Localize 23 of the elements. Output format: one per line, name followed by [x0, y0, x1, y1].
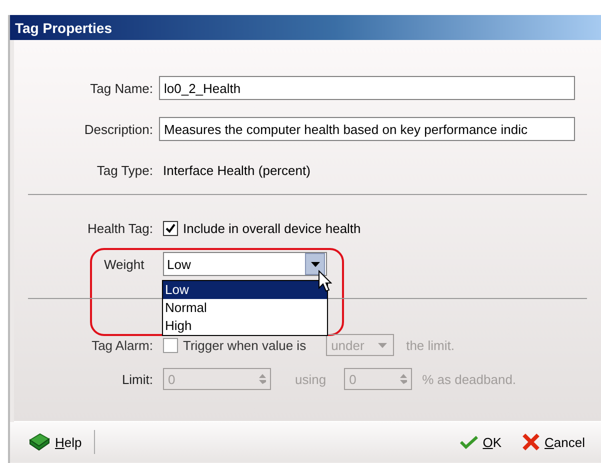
checkbox-label: Trigger when value is: [183, 338, 306, 352]
ok-button[interactable]: OK: [456, 432, 506, 452]
field-label: Tag Type:: [96, 162, 154, 178]
deadband-suffix: % as deadband.: [422, 372, 516, 386]
checkbox-label: Include in overall device health: [183, 220, 361, 236]
field-value: Interface Health (percent): [162, 162, 310, 178]
text-field[interactable]: Measures the computer health based on key performance indic: [159, 117, 575, 141]
field-label: Tag Name:: [89, 80, 154, 96]
weight-dropdown[interactable]: Low: [163, 252, 327, 276]
field-label: Weight: [103, 256, 146, 272]
condition-suffix: the limit.: [406, 338, 454, 352]
field-label: Description:: [83, 122, 154, 136]
dropdown-option[interactable]: Normal: [163, 299, 327, 317]
cancel-button[interactable]: Cancel: [518, 430, 589, 454]
window-title: Tag Properties: [15, 20, 112, 36]
field-label: Tag Alarm:: [90, 338, 154, 352]
field-label: Limit:: [120, 372, 154, 386]
dropdown-option[interactable]: High: [163, 317, 327, 335]
text-field[interactable]: lo0_2_Health: [159, 76, 575, 100]
help-button[interactable]: Help: [24, 429, 86, 455]
using-label: using: [295, 372, 326, 386]
field-label: Health Tag:: [86, 220, 154, 236]
dropdown-option[interactable]: Low: [163, 281, 327, 299]
